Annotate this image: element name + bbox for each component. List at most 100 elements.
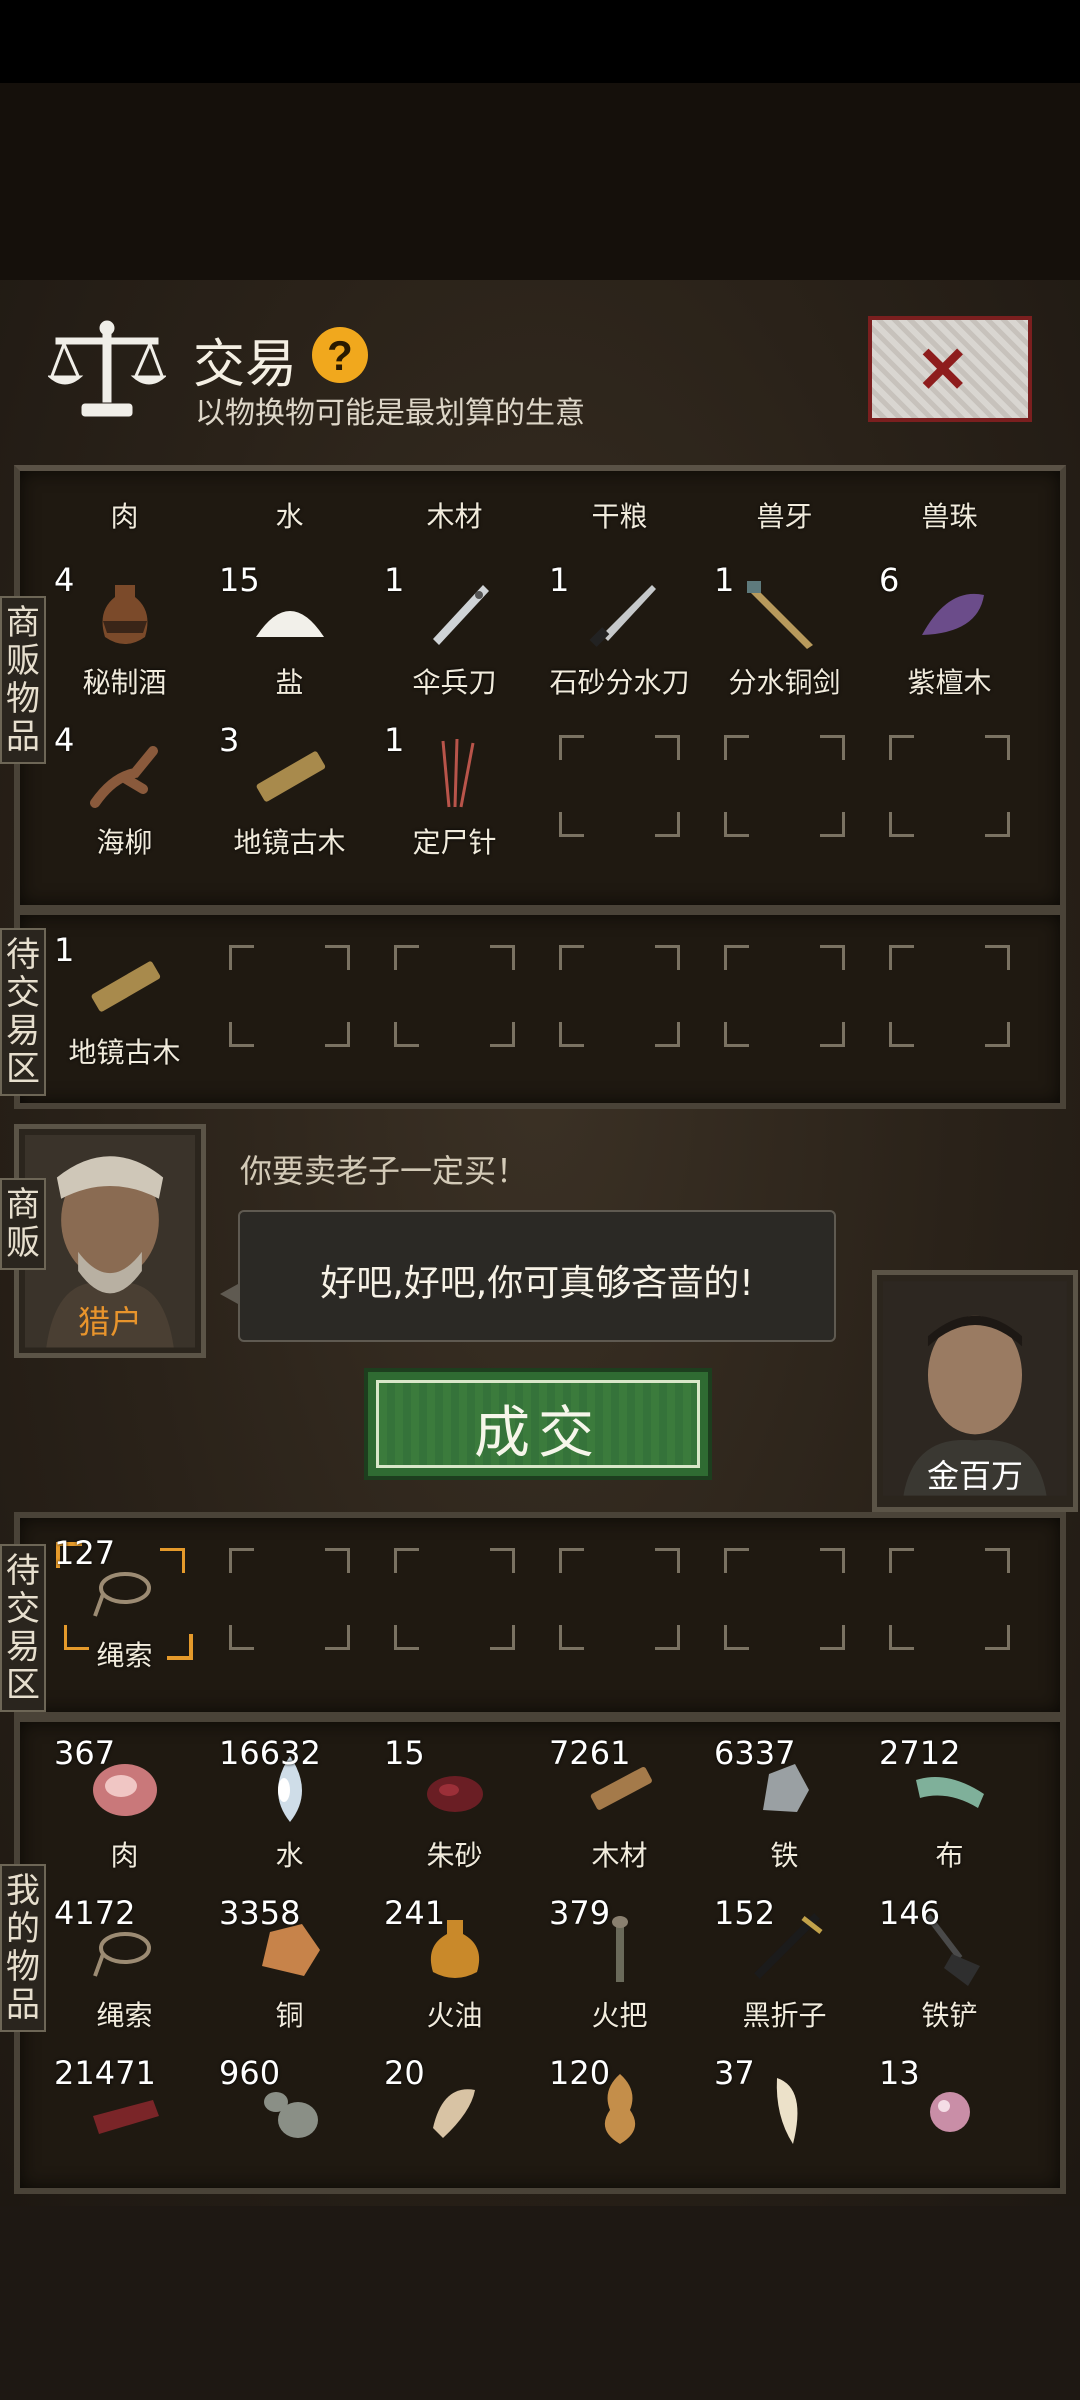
my-pending-empty-slot[interactable] <box>537 1528 702 1688</box>
bronze-sword-icon <box>746 581 813 649</box>
merchant-item[interactable]: 15 盐 <box>207 555 372 715</box>
merchant-speech-bubble: 好吧,好吧,你可真够吝啬的! <box>238 1210 836 1342</box>
merchant-empty-slot[interactable] <box>867 715 1032 875</box>
paratrooper-knife-icon <box>432 585 489 645</box>
my-item[interactable]: 367 肉 <box>42 1728 207 1888</box>
item-name: 地镜古木 <box>233 826 346 859</box>
pearl-icon <box>929 2092 970 2132</box>
my-item[interactable]: 37 <box>702 2048 867 2208</box>
item-name: 肉 <box>110 1839 139 1872</box>
item-count: 960 <box>219 2054 281 2092</box>
bubble-tail <box>220 1284 238 1304</box>
item-name: 定尸针 <box>412 826 497 859</box>
section-label-merchant-items: 商贩物品 <box>0 596 46 764</box>
my-item[interactable]: 379 火把 <box>537 1888 702 2048</box>
my-item[interactable]: 146 铁铲 <box>867 1888 1032 2048</box>
item-count: 1 <box>54 931 75 969</box>
my-item[interactable]: 21471 <box>42 2048 207 2208</box>
my-pending-empty-slot[interactable] <box>867 1528 1032 1688</box>
item-name: 木材 <box>591 1839 648 1872</box>
item-name: 兽牙 <box>756 500 813 533</box>
pending-trade-grid: 1 地镜古木 <box>42 925 1032 1085</box>
merchant-item[interactable]: 干粮 <box>537 471 702 555</box>
item-name: 铁铲 <box>921 1999 978 2032</box>
my-item[interactable]: 120 <box>537 2048 702 2208</box>
my-item[interactable]: 15 朱砂 <box>372 1728 537 1888</box>
bottom-area <box>0 2206 1080 2400</box>
pending-trade-panel: 1 地镜古木 <box>14 909 1066 1109</box>
merchant-quote: 你要卖老子一定买！ <box>240 1152 529 1190</box>
my-items-panel: 367 肉 16632 水 15 朱砂 7261 木材 6337 铁 2712 布 4172 绳索 3358… <box>14 1716 1066 2194</box>
cinnabar-knife-icon <box>589 585 656 647</box>
item-name: 绳索 <box>96 1639 153 1672</box>
pending-empty-slot[interactable] <box>207 925 372 1085</box>
item-count: 379 <box>549 1894 611 1932</box>
pending-empty-slot[interactable] <box>537 925 702 1085</box>
page-subtitle: 以物换物可能是最划算的生意 <box>195 396 585 431</box>
my-pending-empty-slot[interactable] <box>372 1528 537 1688</box>
dialog-header: 交易 ? 以物换物可能是最划算的生意 ✕ <box>0 280 1080 455</box>
item-name: 盐 <box>275 666 304 699</box>
my-item[interactable]: 7261 木材 <box>537 1728 702 1888</box>
pending-empty-slot[interactable] <box>372 925 537 1085</box>
item-name: 分水铜剑 <box>728 666 841 699</box>
merchant-item[interactable]: 1 分水铜剑 <box>702 555 867 715</box>
ancient-wood-icon <box>256 751 325 802</box>
item-count: 127 <box>54 1534 116 1572</box>
my-pending-empty-slot[interactable] <box>207 1528 372 1688</box>
my-item[interactable]: 4172 绳索 <box>42 1888 207 2048</box>
merchant-item[interactable]: 1 定尸针 <box>372 715 537 875</box>
my-item[interactable]: 960 <box>207 2048 372 2208</box>
item-name: 火把 <box>591 1999 648 2032</box>
my-item[interactable]: 152 黑折子 <box>702 1888 867 2048</box>
merchant-item[interactable]: 肉 <box>42 471 207 555</box>
merchant-item[interactable]: 1 伞兵刀 <box>372 555 537 715</box>
deal-button[interactable]: 成交 <box>364 1368 712 1480</box>
item-name: 伞兵刀 <box>412 666 497 699</box>
ancient-wood-icon <box>91 961 160 1012</box>
help-button[interactable]: ? <box>312 327 368 383</box>
merchant-empty-slot[interactable] <box>702 715 867 875</box>
pending-empty-slot[interactable] <box>867 925 1032 1085</box>
tooth-icon <box>776 2078 797 2144</box>
my-pending-empty-slot[interactable] <box>702 1528 867 1688</box>
my-item[interactable]: 241 火油 <box>372 1888 537 2048</box>
merchant-item[interactable]: 4 海柳 <box>42 715 207 875</box>
bone-icon <box>432 2089 475 2138</box>
close-button[interactable]: ✕ <box>868 316 1032 422</box>
merchant-item[interactable]: 4 秘制酒 <box>42 555 207 715</box>
my-item[interactable]: 2712 布 <box>867 1728 1032 1888</box>
merchant-item[interactable]: 6 紫檀木 <box>867 555 1032 715</box>
my-item[interactable]: 3358 铜 <box>207 1888 372 2048</box>
item-name: 铜 <box>275 1999 304 2032</box>
pending-empty-slot[interactable] <box>702 925 867 1085</box>
item-count: 1 <box>714 561 735 599</box>
player-portrait[interactable]: ★★ 金百万 <box>872 1270 1078 1512</box>
player-name: 金百万 <box>926 1457 1023 1495</box>
merchant-item[interactable]: 兽牙 <box>702 471 867 555</box>
merchant-item[interactable]: 木材 <box>372 471 537 555</box>
merchant-item[interactable]: 兽珠 <box>867 471 1032 555</box>
item-count: 1 <box>384 561 405 599</box>
my-pending-trade-grid: 127 绳索 <box>42 1528 1032 1688</box>
my-item[interactable]: 6337 铁 <box>702 1728 867 1888</box>
pending-item[interactable]: 1 地镜古木 <box>42 925 207 1085</box>
merchant-item[interactable]: 水 <box>207 471 372 555</box>
my-pending-item[interactable]: 127 绳索 <box>42 1528 207 1688</box>
item-count: 16632 <box>219 1734 321 1772</box>
my-item[interactable]: 13 <box>867 2048 1032 2208</box>
my-item[interactable]: 16632 水 <box>207 1728 372 1888</box>
merchant-item[interactable]: 3 地镜古木 <box>207 715 372 875</box>
item-name: 肉 <box>110 500 139 533</box>
my-item[interactable]: 20 <box>372 2048 537 2208</box>
item-count: 21471 <box>54 2054 156 2092</box>
wine-jar-icon <box>102 585 147 644</box>
status-bar <box>0 0 1080 83</box>
merchant-reply: 好吧,好吧,你可真够吝啬的! <box>320 1263 754 1304</box>
item-name: 紫檀木 <box>907 666 992 699</box>
item-name: 秘制酒 <box>82 666 167 699</box>
merchant-item[interactable]: 1 石砂分水刀 <box>537 555 702 715</box>
my-pending-trade-panel: 127 绳索 <box>14 1512 1066 1718</box>
merchant-empty-slot[interactable] <box>537 715 702 875</box>
item-name: 兽珠 <box>921 500 978 533</box>
